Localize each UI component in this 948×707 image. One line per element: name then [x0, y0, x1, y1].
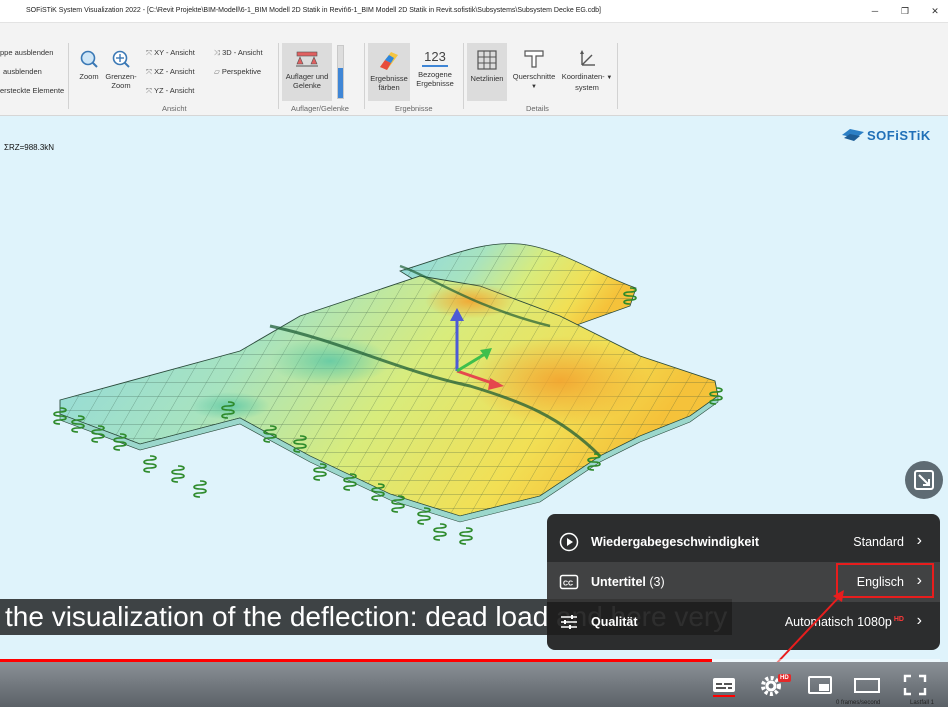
ribbon-separator	[364, 43, 365, 109]
perspektive-button[interactable]: ▱ Perspektive	[214, 67, 261, 76]
auflager-gelenke-button[interactable]: Auflager und Gelenke	[282, 43, 332, 101]
fullscreen-button[interactable]	[901, 672, 931, 698]
settings-row-playback-speed[interactable]: Wiedergabegeschwindigkeit Standard ›	[547, 522, 940, 562]
yz-ansicht-button[interactable]: ⤧ YZ - Ansicht	[146, 86, 194, 95]
exit-pip-button[interactable]	[905, 461, 943, 499]
minimize-player-icon	[914, 470, 934, 490]
axes-3d-icon: ⤨	[214, 48, 223, 57]
settings-label: Wiedergabegeschwindigkeit	[591, 535, 759, 549]
querschnitte-dropdown[interactable]: Querschnitte ▼	[510, 49, 558, 92]
xy-ansicht-button[interactable]: ⤧ XY - Ansicht	[146, 48, 195, 57]
subtitle-count: (3)	[649, 575, 665, 589]
ribbon-versteckte-elemente[interactable]: ersteckte Elemente	[0, 86, 64, 95]
ribbon-toolbar: ppe ausblenden ausblenden ersteckte Elem…	[0, 23, 948, 116]
axes-yz-icon: ⤧	[146, 86, 154, 95]
zoom-extents-icon	[112, 50, 130, 68]
auflager-scale-slider[interactable]	[337, 45, 344, 99]
subtitles-icon: CC	[559, 574, 579, 590]
restore-window-icon[interactable]: ❐	[898, 4, 912, 18]
ribbon-separator	[463, 43, 464, 109]
fullscreen-icon	[903, 674, 927, 696]
settings-value: Automatisch 1080p HD	[784, 615, 904, 629]
grenzen-zoom-button[interactable]: Grenzen- Zoom	[103, 49, 139, 90]
ribbon-separator	[278, 43, 279, 109]
3d-ansicht-button[interactable]: ⤨ 3D - Ansicht	[214, 48, 263, 57]
mesh-lines-icon	[477, 50, 497, 70]
title-bar: SOFiSTiK System Visualization 2022 - [C:…	[0, 0, 948, 23]
ribbon-separator	[617, 43, 618, 109]
annotation-box-englisch	[836, 563, 934, 598]
quality-sliders-icon	[561, 615, 577, 629]
chevron-right-icon: ›	[916, 612, 922, 629]
axes-xz-icon: ⤧	[146, 67, 155, 76]
svg-text:CC: CC	[563, 581, 573, 588]
group-label-ergebnisse: Ergebnisse	[395, 104, 433, 113]
theater-mode-icon	[854, 678, 880, 693]
group-label-details: Details	[526, 104, 549, 113]
cross-section-icon	[524, 50, 544, 68]
subtitles-cc-icon	[713, 678, 735, 697]
settings-label: Qualität	[591, 615, 638, 629]
status-frames: 0 frames/second	[836, 700, 881, 706]
zoom-icon	[80, 50, 98, 68]
settings-value: Standard	[853, 535, 904, 549]
theater-mode-button[interactable]	[853, 672, 883, 698]
numbers-123-icon: 123	[422, 49, 448, 67]
minimize-window-icon[interactable]: ─	[868, 4, 882, 18]
ribbon-separator	[68, 43, 69, 109]
support-icon	[296, 51, 318, 67]
color-results-icon	[380, 52, 398, 70]
chevron-down-icon: ▼	[604, 75, 613, 81]
chevron-down-icon: ▼	[531, 84, 537, 90]
settings-row-quality[interactable]: Qualität Automatisch 1080p HD ›	[547, 602, 940, 642]
zoom-button[interactable]: Zoom	[74, 49, 104, 81]
group-label-ansicht: Ansicht	[162, 104, 187, 113]
group-label-auflager: Auflager/Gelenke	[291, 104, 349, 113]
ribbon-ausblenden[interactable]: ausblenden	[3, 67, 42, 76]
hd-superscript: HD	[893, 616, 904, 623]
axes-xy-icon: ⤧	[146, 48, 155, 57]
ribbon-gruppe-ausblenden[interactable]: ppe ausblenden	[0, 48, 53, 57]
settings-label: Untertitel (3)	[591, 575, 665, 589]
playback-speed-icon	[559, 532, 579, 552]
status-lastfall: Lastfall 1	[910, 700, 935, 706]
hd-badge: HD	[778, 674, 791, 682]
koordinatensystem-dropdown[interactable]: Koordinaten- ▼ system	[560, 49, 614, 92]
netzlinien-button[interactable]: Netzlinien	[467, 43, 507, 101]
xz-ansicht-button[interactable]: ⤧ XZ - Ansicht	[146, 67, 195, 76]
bezogene-ergebnisse-button[interactable]: 123 Bezogene Ergebnisse	[412, 49, 458, 88]
miniplayer-icon	[808, 676, 832, 694]
miniplayer-button[interactable]	[806, 672, 836, 698]
chevron-right-icon: ›	[916, 532, 922, 549]
perspective-icon: ▱	[214, 67, 222, 76]
close-window-icon[interactable]: ✕	[928, 4, 942, 18]
ergebnisse-faerben-button[interactable]: Ergebnisse färben	[368, 43, 410, 101]
coordinate-system-icon	[580, 50, 595, 66]
window-title: SOFiSTiK System Visualization 2022 - [C:…	[26, 7, 601, 14]
slider-fill	[338, 68, 343, 98]
subtitles-button[interactable]	[710, 672, 740, 698]
